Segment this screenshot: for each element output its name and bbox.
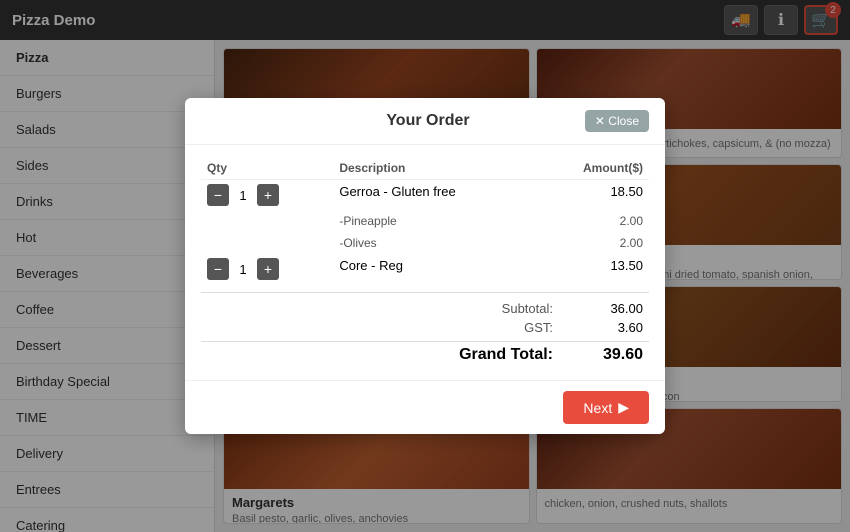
- order-item-qty-1: − 1 +: [201, 254, 333, 284]
- qty-minus-1[interactable]: −: [207, 258, 229, 280]
- col-qty: Qty: [201, 157, 333, 180]
- close-button[interactable]: ✕ Close: [585, 110, 649, 132]
- order-modal: Your Order ✕ Close Qty Description Amoun…: [185, 98, 665, 434]
- col-desc: Description: [333, 157, 535, 180]
- qty-plus-0[interactable]: +: [257, 184, 279, 206]
- modal-header: Your Order ✕ Close: [185, 98, 665, 145]
- subitem-amount-0-1: 2.00: [536, 232, 649, 254]
- next-arrow-icon: ▶: [618, 399, 629, 416]
- subitem-name-0-1: -Olives: [333, 232, 535, 254]
- order-item-1: − 1 + Core - Reg 13.50: [201, 254, 649, 284]
- col-amount: Amount($): [536, 157, 649, 180]
- gst-row: GST: 3.60: [201, 318, 649, 337]
- modal-footer: Next ▶: [185, 380, 665, 434]
- subitem-name-0-0: -Pineapple: [333, 210, 535, 232]
- gst-value: 3.60: [593, 320, 643, 335]
- qty-value-0: 1: [233, 188, 253, 203]
- order-item-amount-1: 13.50: [536, 254, 649, 284]
- modal-body: Qty Description Amount($) − 1 + Gerroa -…: [185, 145, 665, 380]
- gst-label: GST:: [524, 320, 553, 335]
- order-item-name-1: Core - Reg: [333, 254, 535, 284]
- subtotal-label: Subtotal:: [502, 301, 553, 316]
- subtotal-value: 36.00: [593, 301, 643, 316]
- grand-total-label: Grand Total:: [459, 346, 553, 364]
- modal-title: Your Order: [271, 112, 585, 130]
- subitem-amount-0-0: 2.00: [536, 210, 649, 232]
- next-label: Next: [583, 400, 612, 416]
- modal-overlay: Your Order ✕ Close Qty Description Amoun…: [0, 0, 850, 532]
- grand-total-value: 39.60: [593, 346, 643, 364]
- order-item-name-0: Gerroa - Gluten free: [333, 180, 535, 211]
- order-item-qty-0: − 1 +: [201, 180, 333, 211]
- order-totals: Subtotal: 36.00 GST: 3.60 Grand Total: 3…: [201, 292, 649, 368]
- order-item-0: − 1 + Gerroa - Gluten free 18.50: [201, 180, 649, 211]
- qty-plus-1[interactable]: +: [257, 258, 279, 280]
- subtotal-row: Subtotal: 36.00: [201, 299, 649, 318]
- order-subitem-0-0: -Pineapple 2.00: [201, 210, 649, 232]
- grand-total-row: Grand Total: 39.60: [201, 341, 649, 368]
- order-subitem-0-1: -Olives 2.00: [201, 232, 649, 254]
- order-item-amount-0: 18.50: [536, 180, 649, 211]
- qty-value-1: 1: [233, 262, 253, 277]
- qty-minus-0[interactable]: −: [207, 184, 229, 206]
- order-table: Qty Description Amount($) − 1 + Gerroa -…: [201, 157, 649, 284]
- next-button[interactable]: Next ▶: [563, 391, 649, 424]
